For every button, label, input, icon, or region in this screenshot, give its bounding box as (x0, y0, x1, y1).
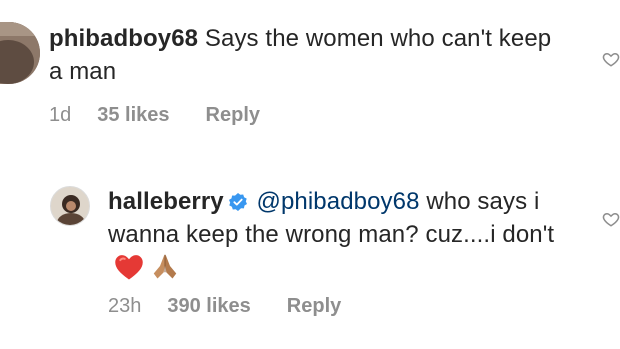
likes-count[interactable]: 35 likes (97, 104, 169, 127)
mention-link[interactable]: @phibadboy68 (257, 188, 420, 215)
comment-phibadboy68: phibadboy68 Says the women who can't kee… (0, 0, 620, 140)
like-heart-icon[interactable] (602, 210, 620, 228)
comment-username[interactable]: halleberry (108, 188, 224, 215)
verified-badge-icon (228, 193, 247, 211)
folded-hands-icon (153, 254, 177, 279)
reply-button[interactable]: Reply (206, 104, 260, 127)
comment-timestamp: 23h (108, 295, 142, 317)
comment-username[interactable]: phibadboy68 (49, 25, 198, 52)
red-heart-icon (115, 255, 143, 280)
comment-timestamp: 1d (49, 104, 72, 126)
avatar[interactable] (0, 22, 40, 84)
reply-button[interactable]: Reply (287, 295, 341, 318)
comment-meta: 23h 390 likes Reply (108, 295, 377, 318)
like-heart-icon[interactable] (602, 50, 620, 68)
likes-count[interactable]: 390 likes (167, 295, 250, 318)
comment-halleberry: halleberry @phibadboy68 who says i wanna… (0, 168, 620, 338)
comment-text: phibadboy68 Says the women who can't kee… (49, 22, 569, 88)
comment-meta: 1d 35 likes Reply (49, 104, 296, 127)
avatar[interactable] (50, 186, 90, 226)
comment-text: halleberry @phibadboy68 who says i wanna… (108, 185, 578, 284)
